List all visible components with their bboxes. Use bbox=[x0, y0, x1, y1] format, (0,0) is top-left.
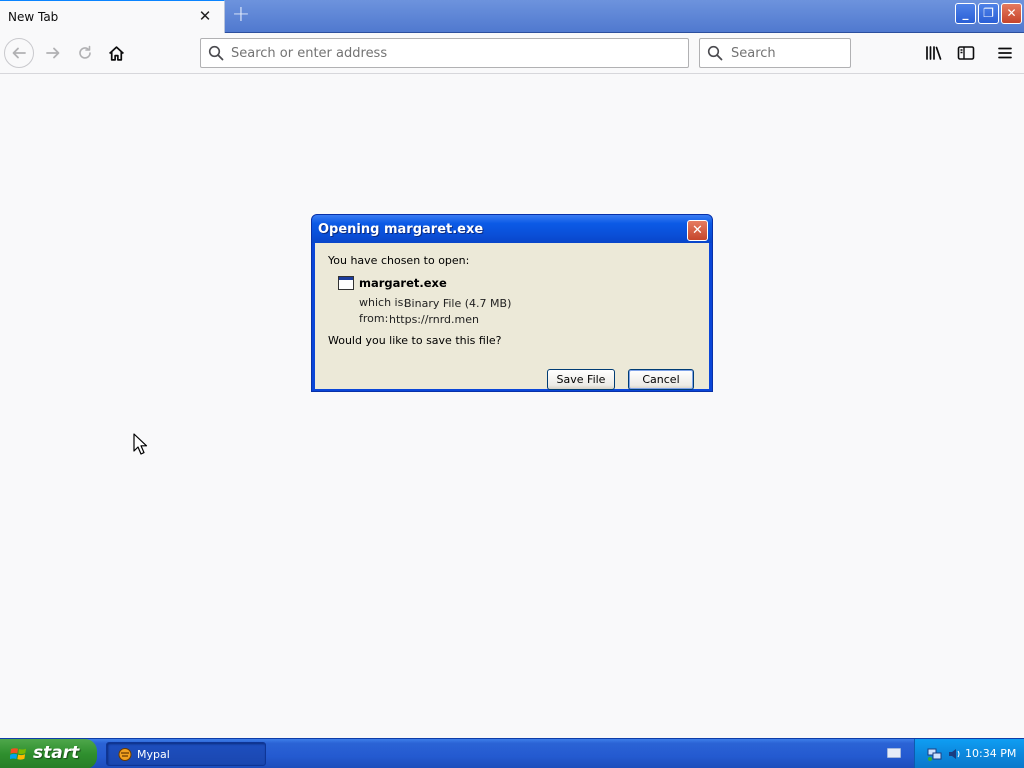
tab-close-icon[interactable]: ✕ bbox=[196, 7, 214, 25]
download-dialog: Opening margaret.exe ✕ You have chosen t… bbox=[311, 214, 713, 392]
file-name: margaret.exe bbox=[359, 276, 447, 290]
mypal-app-icon bbox=[118, 748, 132, 761]
taskbar: start Mypal 10:34 PM bbox=[0, 738, 1024, 768]
file-source-label: from: bbox=[359, 312, 389, 325]
dialog-titlebar[interactable]: Opening margaret.exe ✕ bbox=[312, 215, 712, 243]
back-icon bbox=[12, 47, 26, 59]
dialog-body: You have chosen to open: margaret.exe wh… bbox=[315, 243, 709, 390]
tab-new-tab[interactable]: New Tab ✕ bbox=[0, 0, 225, 33]
mouse-cursor-icon bbox=[133, 433, 148, 455]
file-type-label: which is: bbox=[359, 296, 408, 309]
forward-icon bbox=[46, 47, 60, 59]
menu-icon bbox=[998, 47, 1012, 59]
cancel-button[interactable]: Cancel bbox=[628, 369, 694, 390]
address-input[interactable] bbox=[231, 43, 681, 63]
file-source-value: https://rnrd.men bbox=[389, 313, 479, 326]
search-icon bbox=[208, 45, 224, 61]
start-label: start bbox=[33, 743, 80, 763]
save-file-button[interactable]: Save File bbox=[547, 369, 615, 390]
taskbar-item-mypal[interactable]: Mypal bbox=[106, 742, 266, 766]
home-button[interactable] bbox=[101, 38, 131, 68]
window-close-button[interactable]: ✕ bbox=[1001, 3, 1022, 24]
minimize-button[interactable]: _ bbox=[955, 3, 976, 24]
search-input[interactable] bbox=[731, 43, 843, 63]
taskbar-item-label: Mypal bbox=[137, 748, 170, 761]
library-button[interactable] bbox=[922, 41, 946, 65]
navigation-toolbar bbox=[0, 33, 1024, 74]
network-icon[interactable] bbox=[927, 746, 943, 762]
library-icon bbox=[926, 46, 942, 60]
home-icon bbox=[108, 45, 124, 61]
sidebar-icon bbox=[957, 46, 975, 60]
dialog-title: Opening margaret.exe bbox=[318, 222, 484, 237]
back-button[interactable] bbox=[4, 38, 34, 68]
application-file-icon bbox=[338, 276, 354, 290]
reload-icon bbox=[79, 45, 91, 59]
volume-icon[interactable] bbox=[947, 746, 961, 762]
clock: 10:34 PM bbox=[965, 747, 1017, 760]
search-bar[interactable] bbox=[699, 38, 851, 68]
windows-logo-icon bbox=[10, 748, 26, 760]
forward-button[interactable] bbox=[38, 38, 68, 68]
address-bar[interactable] bbox=[200, 38, 689, 68]
keyboard-language-icon[interactable] bbox=[887, 748, 901, 758]
dialog-close-button[interactable]: ✕ bbox=[687, 220, 708, 241]
maximize-button[interactable]: ❐ bbox=[978, 3, 999, 24]
system-tray: 10:34 PM bbox=[914, 739, 1024, 768]
reload-button[interactable] bbox=[70, 38, 100, 68]
file-type-value: Binary File (4.7 MB) bbox=[404, 297, 512, 310]
start-button[interactable]: start bbox=[0, 739, 97, 768]
menu-button[interactable] bbox=[993, 41, 1017, 65]
new-tab-button[interactable]: + bbox=[228, 4, 254, 28]
dialog-prompt: You have chosen to open: bbox=[328, 254, 470, 267]
save-question: Would you like to save this file? bbox=[328, 334, 502, 347]
tab-strip: New Tab ✕ + _ ❐ ✕ bbox=[0, 0, 1024, 33]
sidebar-button[interactable] bbox=[954, 41, 978, 65]
search-icon bbox=[707, 45, 723, 61]
tab-title: New Tab bbox=[8, 10, 59, 24]
